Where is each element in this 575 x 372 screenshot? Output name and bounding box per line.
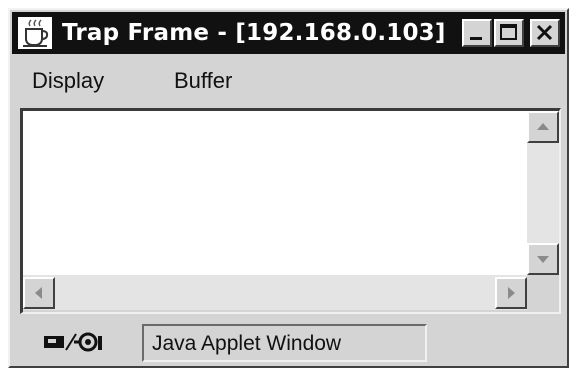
menu-display[interactable]: Display (32, 68, 104, 94)
status-text: Java Applet Window (152, 332, 342, 355)
trap-text-area[interactable] (23, 111, 527, 275)
arrow-right-icon (508, 287, 515, 299)
java-cup-icon[interactable] (18, 17, 52, 49)
vertical-scrollbar[interactable] (527, 111, 559, 275)
horizontal-scrollbar[interactable] (23, 275, 527, 310)
title-bar[interactable]: Trap Frame - [192.168.0.103] (12, 12, 565, 54)
minimize-button[interactable] (462, 19, 492, 47)
trap-text-area-frame (20, 108, 561, 314)
arrow-left-icon (35, 287, 42, 299)
menu-buffer[interactable]: Buffer (174, 68, 232, 94)
window-title: Trap Frame - [192.168.0.103] (62, 20, 446, 46)
scroll-up-button[interactable] (527, 111, 559, 143)
status-field: Java Applet Window (142, 324, 427, 362)
applet-key-icon (40, 328, 112, 356)
close-icon (536, 24, 553, 41)
arrow-up-icon (537, 123, 549, 130)
scroll-left-button[interactable] (23, 277, 55, 309)
scroll-down-button[interactable] (527, 243, 559, 275)
maximize-icon (500, 24, 517, 40)
arrow-down-icon (537, 256, 549, 263)
close-button[interactable] (530, 19, 560, 47)
scroll-corner (527, 275, 559, 310)
trap-frame-window: Trap Frame - [192.168.0.103] Display Buf… (8, 8, 569, 368)
scroll-right-button[interactable] (495, 277, 527, 309)
status-bar: Java Applet Window (12, 318, 565, 366)
minimize-icon (470, 37, 482, 40)
menu-bar: Display Buffer (12, 56, 565, 104)
maximize-button[interactable] (494, 19, 524, 47)
